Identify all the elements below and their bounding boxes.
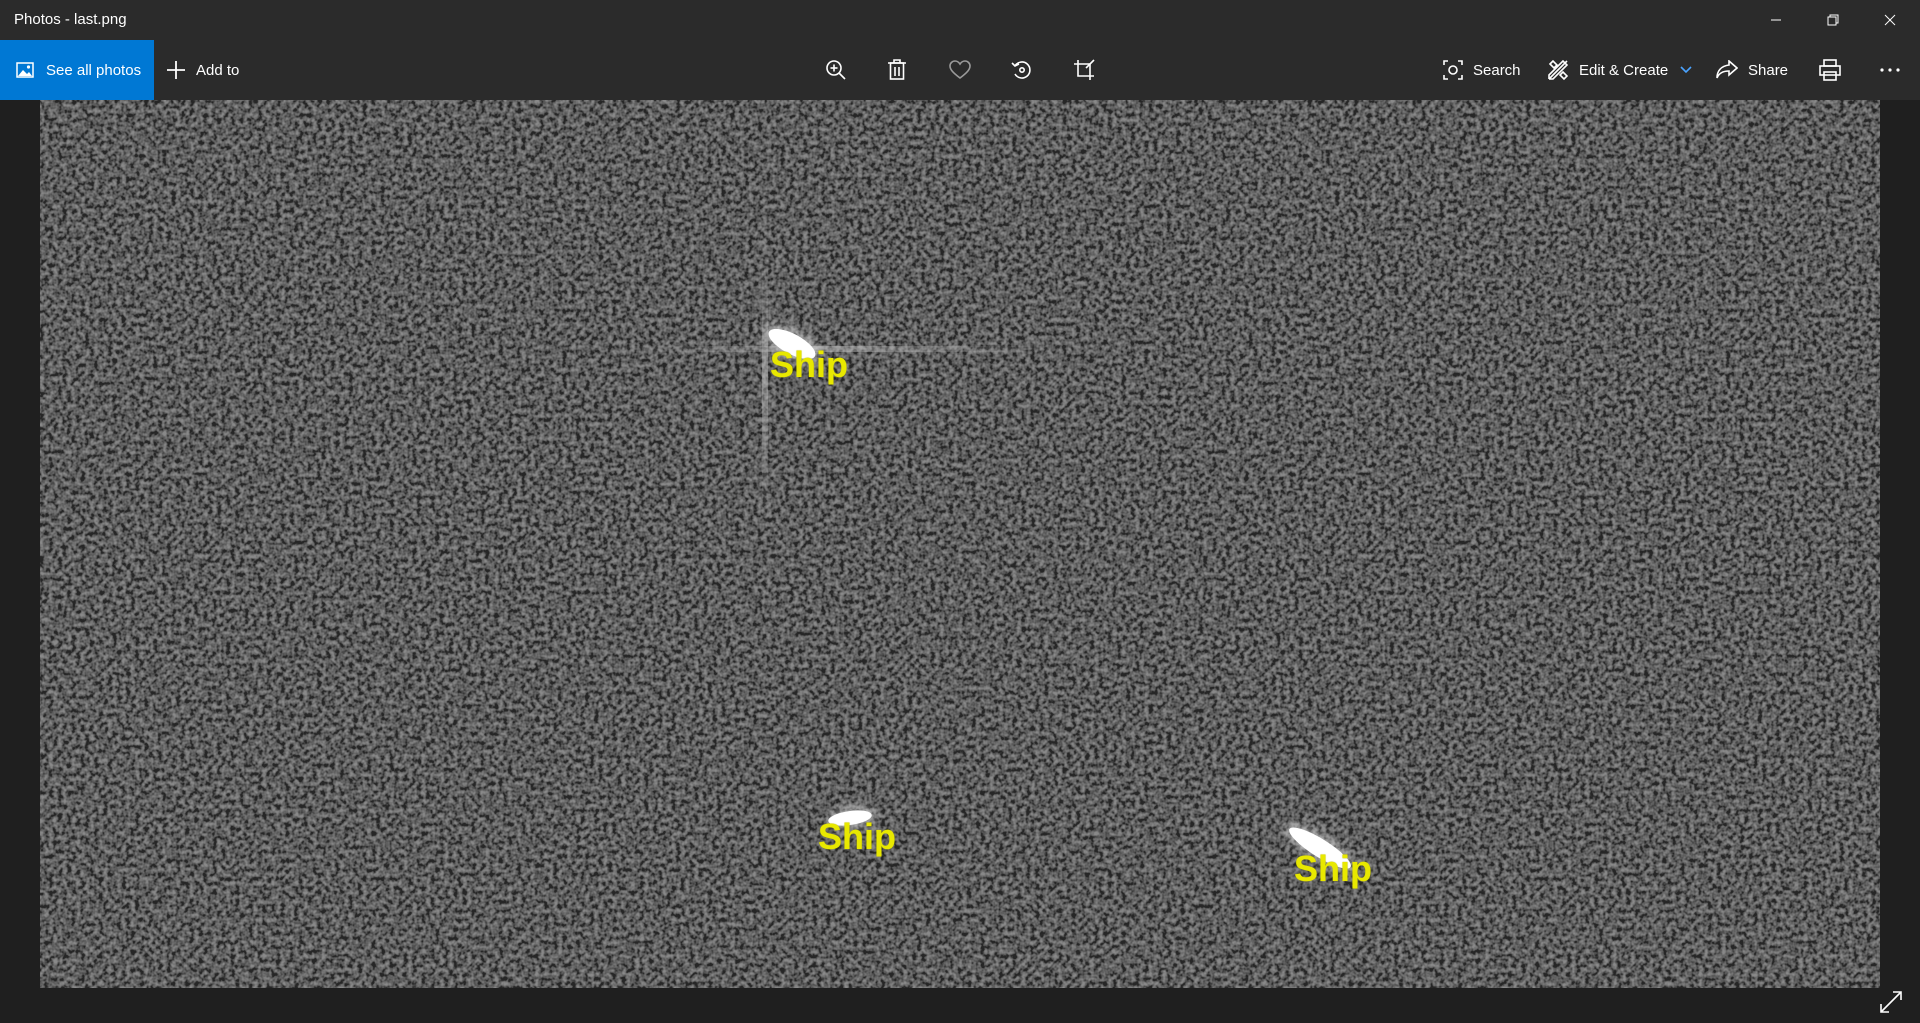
visual-search-icon: [1443, 60, 1463, 80]
search-label: Search: [1473, 61, 1521, 79]
restore-icon: [1827, 14, 1839, 26]
share-label: Share: [1748, 61, 1789, 79]
plus-icon: [167, 61, 185, 79]
chevron-down-icon: [1680, 61, 1692, 79]
delete-button[interactable]: [877, 40, 917, 100]
window-title: Photos - last.png: [14, 11, 127, 28]
minimize-button[interactable]: [1748, 0, 1804, 40]
rotate-icon: [1011, 61, 1031, 79]
print-icon: [1819, 59, 1841, 81]
share-button[interactable]: Share: [1716, 40, 1788, 100]
photos-icon: [16, 62, 34, 78]
crop-icon: [1074, 59, 1095, 80]
close-icon: [1884, 14, 1896, 26]
trash-icon: [888, 59, 906, 80]
print-button[interactable]: [1810, 40, 1850, 100]
rotate-button[interactable]: [1002, 40, 1042, 100]
favorite-button[interactable]: [940, 40, 980, 100]
edit-create-label: Edit & Create: [1579, 61, 1669, 79]
crop-button[interactable]: [1064, 40, 1104, 100]
add-to-button[interactable]: Add to: [166, 40, 239, 100]
zoom-in-icon: [826, 60, 846, 80]
minimize-icon: [1771, 19, 1781, 21]
photo-canvas[interactable]: Ship Ship Ship: [40, 100, 1880, 988]
sar-image: [40, 100, 1880, 988]
title-bar: Photos - last.png: [0, 0, 1920, 40]
share-icon: [1716, 60, 1738, 79]
edit-create-icon: [1548, 59, 1569, 81]
expand-icon: [1880, 991, 1902, 1013]
zoom-button[interactable]: [816, 40, 856, 100]
ship-label: Ship: [770, 344, 848, 385]
heart-icon: [949, 60, 971, 80]
expand-button[interactable]: [1874, 985, 1908, 1019]
more-icon: [1880, 68, 1900, 72]
search-button[interactable]: Search: [1443, 40, 1521, 100]
add-to-label: Add to: [196, 61, 240, 79]
restore-button[interactable]: [1805, 0, 1861, 40]
edit-create-button[interactable]: Edit & Create: [1547, 40, 1692, 100]
ship-label: Ship: [818, 816, 896, 857]
more-button[interactable]: [1870, 40, 1910, 100]
toolbar: See all photos Add to Search Edit & Crea…: [0, 40, 1920, 100]
ship-label: Ship: [1294, 848, 1372, 889]
close-button[interactable]: [1862, 0, 1918, 40]
see-all-photos-button[interactable]: See all photos: [0, 40, 154, 100]
see-all-photos-label: See all photos: [46, 61, 142, 79]
